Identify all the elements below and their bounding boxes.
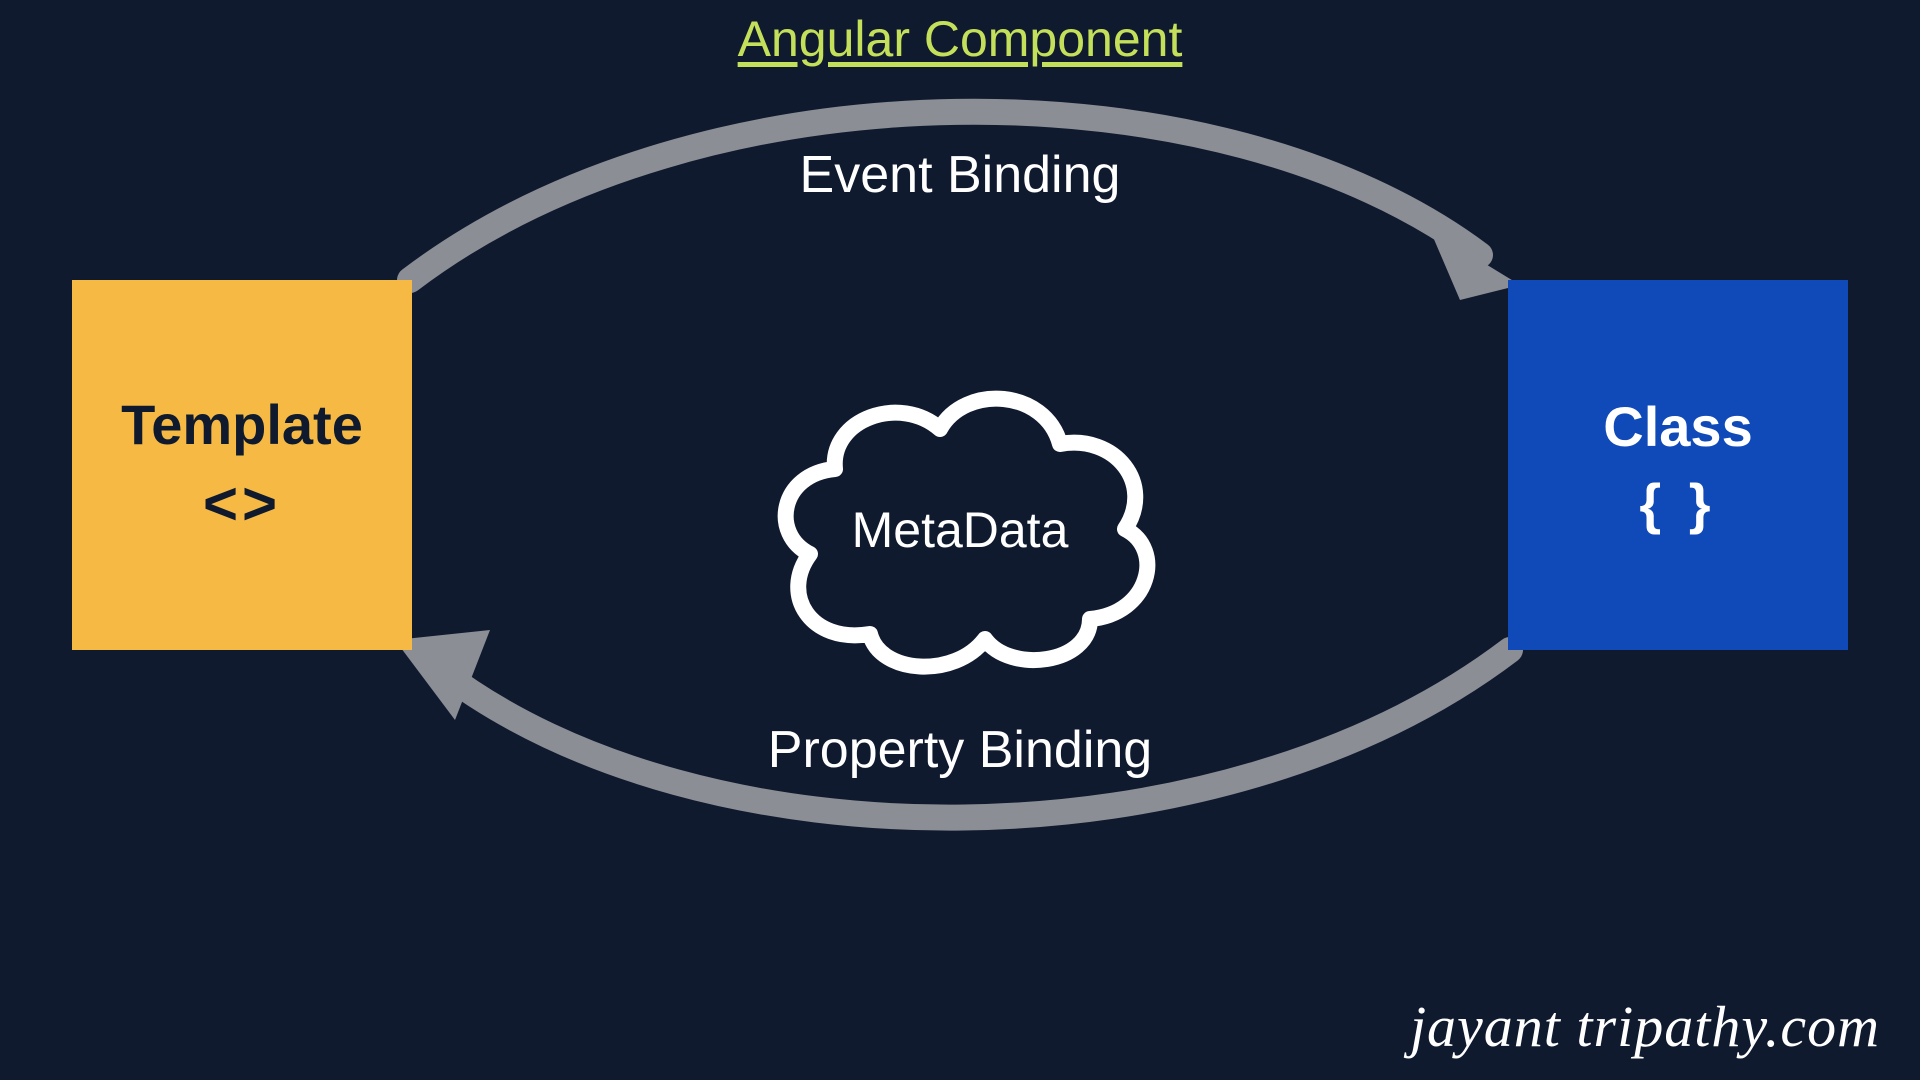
metadata-cloud: MetaData [750, 364, 1170, 684]
curly-braces-icon: { } [1639, 471, 1716, 536]
class-box: Class { } [1508, 280, 1848, 650]
watermark: jayant tripathy.com [1410, 993, 1880, 1060]
class-box-label: Class [1603, 394, 1752, 459]
property-binding-label: Property Binding [768, 720, 1152, 780]
template-box-label: Template [121, 392, 363, 457]
angle-brackets-icon: <> [203, 469, 281, 538]
diagram-stage: Angular Component Template <> Class { } … [0, 0, 1920, 1080]
template-box: Template <> [72, 280, 412, 650]
event-binding-label: Event Binding [800, 145, 1121, 205]
metadata-label: MetaData [852, 501, 1069, 559]
